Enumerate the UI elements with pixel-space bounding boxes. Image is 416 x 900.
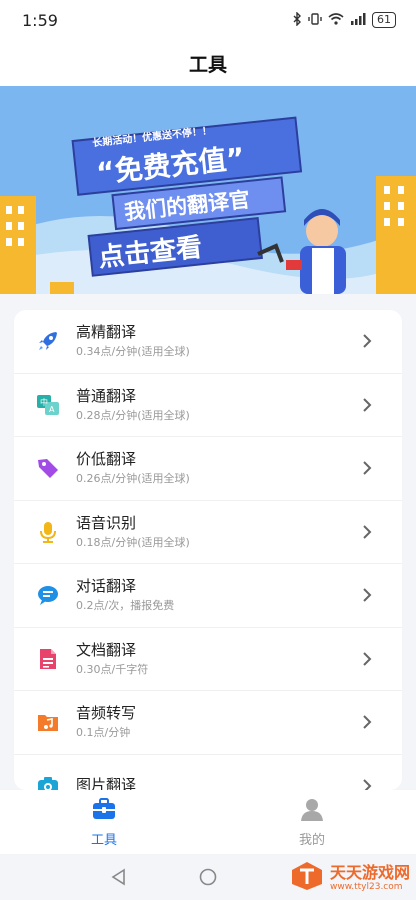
- tool-price: 0.28点/分钟(适用全球): [76, 408, 190, 422]
- tool-item-image[interactable]: 图片翻译: [14, 755, 402, 790]
- bottom-tab-bar: 工具 我的: [0, 790, 416, 854]
- tool-name: 价低翻译: [76, 450, 137, 469]
- watermark: 天天游戏网 www.ttyl23.com: [290, 860, 410, 896]
- status-bar: 1:59 61: [0, 0, 416, 40]
- tool-item-high-precision[interactable]: 高精翻译 0.34点/分钟(适用全球): [14, 310, 402, 374]
- header: 工具: [0, 40, 416, 86]
- microphone-icon: [34, 518, 62, 546]
- page-title: 工具: [188, 53, 227, 76]
- chevron-right-icon: [352, 397, 382, 413]
- tool-name: 语音识别: [76, 513, 137, 532]
- tool-list: 高精翻译 0.34点/分钟(适用全球) 中A 普通翻译 0.28点/分钟(适用全…: [14, 310, 402, 790]
- status-icons: 61: [292, 10, 396, 29]
- chevron-right-icon: [352, 460, 382, 476]
- document-icon: [34, 645, 62, 673]
- tool-item-standard[interactable]: 中A 普通翻译 0.28点/分钟(适用全球): [14, 374, 402, 437]
- tab-tools[interactable]: 工具: [0, 790, 208, 854]
- tool-name: 高精翻译: [76, 323, 137, 342]
- audio-folder-icon: [34, 708, 62, 736]
- translate-icon: 中A: [34, 391, 62, 419]
- tool-item-conversation[interactable]: 对话翻译 0.2点/次，播报免费: [14, 564, 402, 628]
- svg-text:A: A: [49, 405, 55, 414]
- toolbox-icon: [91, 797, 117, 825]
- chevron-right-icon: [352, 651, 382, 667]
- tool-price: 0.30点/千字符: [76, 662, 149, 676]
- user-icon: [300, 797, 324, 825]
- tool-name: 文档翻译: [76, 640, 137, 659]
- signal-icon: [350, 12, 366, 28]
- tab-label: 我的: [298, 832, 325, 848]
- chevron-right-icon: [352, 714, 382, 730]
- tool-name: 普通翻译: [76, 386, 137, 405]
- tool-item-audio-transcription[interactable]: 音频转写 0.1点/分钟: [14, 691, 402, 755]
- tool-price: 0.1点/分钟: [76, 726, 131, 740]
- watermark-logo-icon: [290, 860, 324, 896]
- svg-text:中: 中: [40, 397, 48, 407]
- tool-price: 0.26点/分钟(适用全球): [76, 472, 190, 486]
- tool-name: 音频转写: [76, 704, 137, 723]
- chat-icon: [34, 581, 62, 609]
- chevron-right-icon: [352, 524, 382, 540]
- tool-price: 0.18点/分钟(适用全球): [76, 535, 190, 549]
- vibrate-icon: [308, 12, 322, 29]
- chevron-right-icon: [352, 587, 382, 603]
- chevron-right-icon: [352, 333, 382, 349]
- bluetooth-icon: [292, 10, 302, 29]
- tool-item-speech-recognition[interactable]: 语音识别 0.18点/分钟(适用全球): [14, 501, 402, 564]
- tool-name: 对话翻译: [76, 577, 137, 596]
- tool-item-document[interactable]: 文档翻译 0.30点/千字符: [14, 628, 402, 691]
- chevron-right-icon: [352, 778, 382, 790]
- tab-profile[interactable]: 我的: [208, 790, 416, 854]
- battery-indicator: 61: [372, 12, 396, 28]
- wifi-icon: [328, 12, 344, 28]
- system-nav-bar: 天天游戏网 www.ttyl23.com: [0, 854, 416, 900]
- camera-icon: [34, 772, 62, 790]
- back-icon[interactable]: [110, 868, 128, 890]
- tab-label: 工具: [90, 832, 117, 848]
- rocket-icon: [34, 327, 62, 355]
- tag-icon: [34, 454, 62, 482]
- promo-banner[interactable]: 长期活动！优惠送不停！！ “免费充值” 我们的翻译官 点击查看: [0, 86, 416, 294]
- watermark-title: 天天游戏网: [329, 862, 410, 882]
- tool-price: 0.34点/分钟(适用全球): [76, 345, 190, 359]
- home-icon[interactable]: [199, 868, 217, 890]
- tool-name: 图片翻译: [76, 776, 137, 790]
- tool-price: 0.2点/次，播报免费: [76, 599, 175, 613]
- status-time: 1:59: [22, 10, 58, 30]
- tool-item-low-price[interactable]: 价低翻译 0.26点/分钟(适用全球): [14, 437, 402, 501]
- watermark-url: www.ttyl23.com: [329, 881, 403, 892]
